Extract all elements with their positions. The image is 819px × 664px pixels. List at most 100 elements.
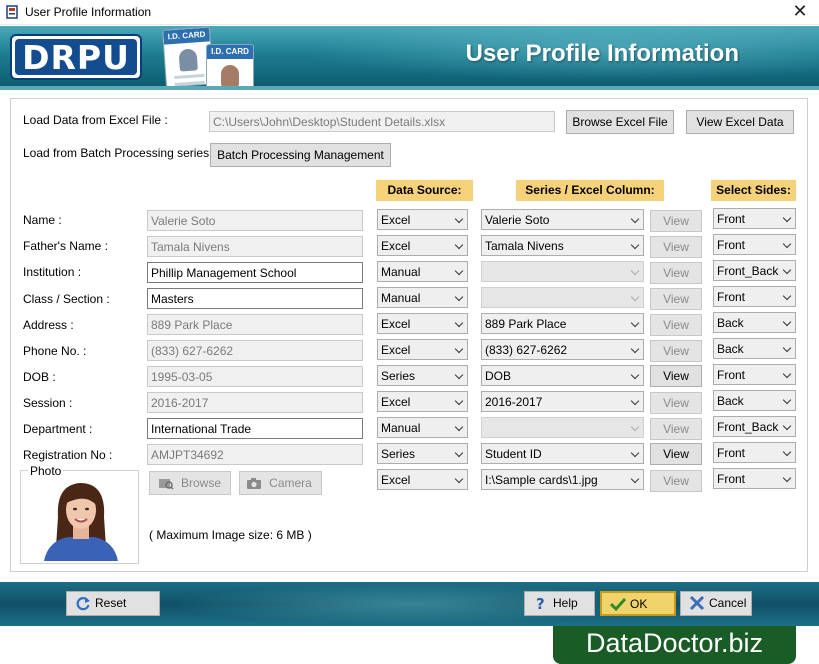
phone-side-select[interactable]: Back	[713, 338, 796, 359]
dob-view-button[interactable]: View	[650, 365, 702, 387]
chevron-down-icon	[782, 317, 792, 327]
department-source-select[interactable]: Manual	[377, 417, 468, 438]
dob-side-select[interactable]: Front	[713, 364, 796, 385]
excel-path-field[interactable]: C:\Users\John\Desktop\Student Details.xl…	[209, 111, 555, 132]
address-label: Address :	[23, 318, 74, 332]
chevron-down-icon	[782, 265, 792, 275]
registration-source-select[interactable]: Series	[377, 443, 468, 464]
chevron-down-icon	[782, 369, 792, 379]
registration-view-button[interactable]: View	[650, 443, 702, 465]
title-bar: User Profile Information ✕	[0, 0, 819, 25]
chevron-down-icon	[454, 318, 464, 328]
checkmark-icon	[610, 597, 626, 612]
address-field[interactable]: 889 Park Place	[147, 314, 363, 335]
name-column-select[interactable]: Valerie Soto	[481, 209, 644, 230]
folder-search-icon	[159, 479, 174, 490]
view-excel-data-button[interactable]: View Excel Data	[686, 110, 794, 134]
browse-excel-button[interactable]: Browse Excel File	[566, 110, 674, 134]
fathers-name-field[interactable]: Tamala Nivens	[147, 236, 363, 257]
dob-column-select[interactable]: DOB	[481, 365, 644, 386]
registration-column-select[interactable]: Student ID	[481, 443, 644, 464]
photo-label: Photo	[28, 464, 64, 478]
chevron-down-icon	[782, 395, 792, 405]
department-side-select[interactable]: Front_Back	[713, 416, 796, 437]
session-view-button[interactable]: View	[650, 392, 702, 414]
session-source-select[interactable]: Excel	[377, 391, 468, 412]
chevron-down-icon	[630, 318, 640, 328]
address-side-select[interactable]: Back	[713, 312, 796, 333]
chevron-down-icon	[454, 292, 464, 302]
footer-bar: Reset ? Help OK Cancel	[0, 582, 819, 626]
fathers-name-source-select[interactable]: Excel	[377, 235, 468, 256]
chevron-down-icon	[630, 370, 640, 380]
chevron-down-icon	[454, 474, 464, 484]
department-label: Department :	[23, 422, 93, 436]
registration-label: Registration No :	[23, 448, 113, 462]
name-view-button[interactable]: View	[650, 210, 702, 232]
chevron-down-icon	[454, 214, 464, 224]
window-title: User Profile Information	[25, 5, 152, 19]
phone-column-select[interactable]: (833) 627-6262	[481, 339, 644, 360]
class-section-view-button[interactable]: View	[650, 288, 702, 310]
chevron-down-icon	[782, 421, 792, 431]
fathers-name-view-button[interactable]: View	[650, 236, 702, 258]
dob-field[interactable]: 1995-03-05	[147, 366, 363, 387]
session-side-select[interactable]: Back	[713, 390, 796, 411]
address-source-select[interactable]: Excel	[377, 313, 468, 334]
name-field[interactable]: Valerie Soto	[147, 210, 363, 231]
help-icon: ?	[536, 595, 545, 611]
registration-side-select[interactable]: Front	[713, 442, 796, 463]
chevron-down-icon	[630, 474, 640, 484]
datadoctor-brand-badge: DataDoctor.biz	[553, 626, 796, 664]
photo-side-select[interactable]: Front	[713, 468, 796, 489]
institution-view-button[interactable]: View	[650, 262, 702, 284]
fathers-name-column-select[interactable]: Tamala Nivens	[481, 235, 644, 256]
phone-field[interactable]: (833) 627-6262	[147, 340, 363, 361]
institution-side-select[interactable]: Front_Back	[713, 260, 796, 281]
phone-source-select[interactable]: Excel	[377, 339, 468, 360]
photo-view-button[interactable]: View	[650, 470, 702, 492]
class-section-field[interactable]: Masters	[147, 288, 363, 309]
fathers-name-side-select[interactable]: Front	[713, 234, 796, 255]
department-field[interactable]: International Trade	[147, 418, 363, 439]
chevron-down-icon	[454, 266, 464, 276]
chevron-down-icon	[630, 344, 640, 354]
department-view-button[interactable]: View	[650, 418, 702, 440]
name-source-select[interactable]: Excel	[377, 209, 468, 230]
address-view-button[interactable]: View	[650, 314, 702, 336]
chevron-down-icon	[630, 266, 640, 276]
registration-field[interactable]: AMJPT34692	[147, 444, 363, 465]
dob-source-select[interactable]: Series	[377, 365, 468, 386]
id-card-image: I.D. CARD	[206, 44, 254, 86]
class-section-source-select[interactable]: Manual	[377, 287, 468, 308]
institution-column-select[interactable]	[481, 261, 644, 282]
session-field[interactable]: 2016-2017	[147, 392, 363, 413]
session-column-select[interactable]: 2016-2017	[481, 391, 644, 412]
batch-processing-button[interactable]: Batch Processing Management	[210, 143, 391, 167]
chevron-down-icon	[454, 422, 464, 432]
class-section-side-select[interactable]: Front	[713, 286, 796, 307]
address-column-select[interactable]: 889 Park Place	[481, 313, 644, 334]
chevron-down-icon	[454, 344, 464, 354]
name-side-select[interactable]: Front	[713, 208, 796, 229]
photo-source-select[interactable]: Excel	[377, 469, 468, 490]
department-column-select[interactable]	[481, 417, 644, 438]
ok-button[interactable]: OK	[600, 591, 676, 616]
close-icon[interactable]: ✕	[789, 1, 811, 22]
camera-button[interactable]: Camera	[239, 471, 322, 495]
chevron-down-icon	[630, 240, 640, 250]
batch-label: Load from Batch Processing series :	[23, 146, 216, 160]
data-source-header: Data Source:	[376, 180, 473, 201]
phone-view-button[interactable]: View	[650, 340, 702, 362]
institution-source-select[interactable]: Manual	[377, 261, 468, 282]
browse-photo-button[interactable]: Browse	[149, 471, 231, 495]
cancel-button[interactable]: Cancel	[680, 591, 752, 616]
class-section-column-select[interactable]	[481, 287, 644, 308]
banner-title: User Profile Information	[465, 40, 739, 67]
photo-column-select[interactable]: I:\Sample cards\1.jpg	[481, 469, 644, 490]
reset-button[interactable]: Reset	[66, 591, 160, 616]
institution-field[interactable]: Phillip Management School	[147, 262, 363, 283]
excel-file-label: Load Data from Excel File :	[23, 113, 168, 127]
help-button[interactable]: ? Help	[524, 591, 595, 616]
svg-text:?: ?	[536, 595, 545, 611]
